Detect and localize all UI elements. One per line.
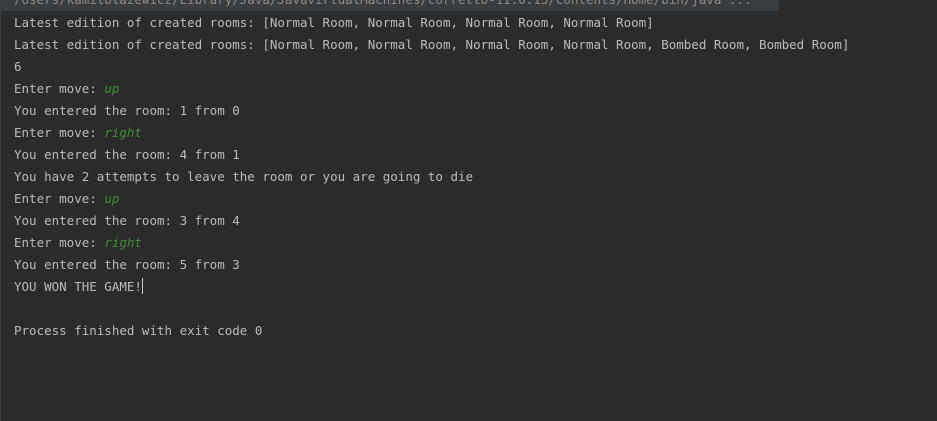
input-line: Enter move: up — [14, 188, 937, 210]
output-line: You have 2 attempts to leave the room or… — [14, 169, 474, 184]
move-prompt: Enter move: — [14, 235, 105, 250]
user-input-text: up — [104, 191, 120, 206]
output-line: You entered the room: 5 from 3 — [14, 257, 240, 272]
user-input-text: right — [104, 235, 142, 250]
user-input-text: right — [104, 125, 142, 140]
input-line: Enter move: right — [14, 122, 937, 144]
input-line: Enter move: up — [14, 78, 937, 100]
process-exit-line: Process finished with exit code 0 — [14, 323, 263, 338]
output-line: Latest edition of created rooms: [Normal… — [14, 37, 850, 52]
move-prompt: Enter move: — [14, 81, 105, 96]
text-caret — [141, 278, 143, 294]
output-line: You entered the room: 1 from 0 — [14, 103, 240, 118]
run-console[interactable]: /Users/kamilblazewicz/Library/Java/JavaV… — [0, 0, 937, 421]
output-line: You entered the room: 4 from 1 — [14, 147, 240, 162]
game-result-text: YOU WON THE GAME! — [14, 279, 142, 294]
output-line: You entered the room: 3 from 4 — [14, 213, 240, 228]
output-line: 6 — [14, 59, 22, 74]
input-line: Enter move: right — [14, 232, 937, 254]
output-line-last: YOU WON THE GAME! — [14, 276, 937, 298]
move-prompt: Enter move: — [14, 191, 105, 206]
user-input-text: up — [104, 81, 120, 96]
move-prompt: Enter move: — [14, 125, 105, 140]
output-line: Latest edition of created rooms: [Normal… — [14, 15, 654, 30]
console-output[interactable]: Latest edition of created rooms: [Normal… — [14, 12, 937, 342]
command-line-text: /Users/kamilblazewicz/Library/Java/JavaV… — [14, 0, 752, 8]
command-line-row: /Users/kamilblazewicz/Library/Java/JavaV… — [1, 0, 779, 11]
